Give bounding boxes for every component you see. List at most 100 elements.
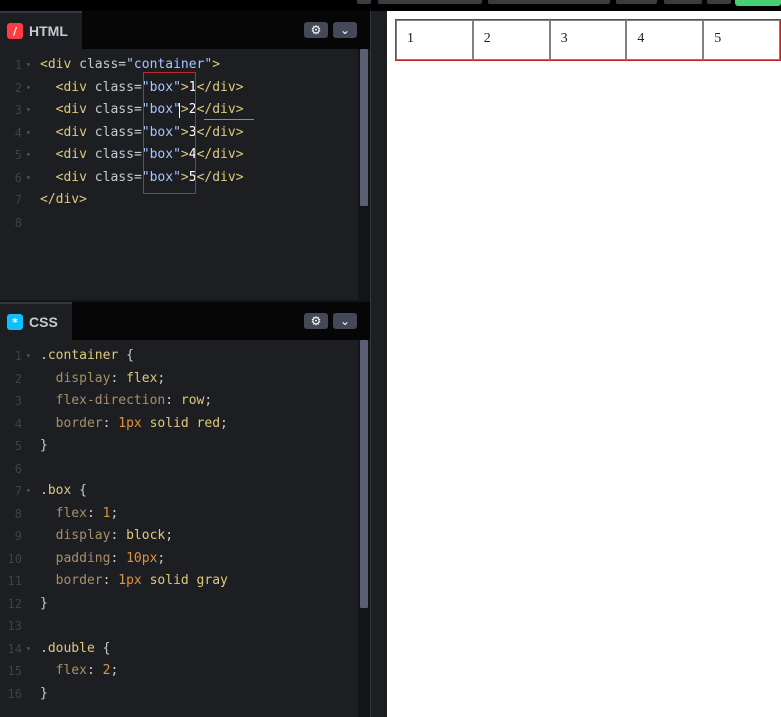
code-token: .container	[40, 348, 127, 363]
code-token: ;	[157, 550, 166, 566]
code-line[interactable]: 10 padding: 10px;	[0, 548, 358, 570]
save-button[interactable]	[735, 0, 781, 6]
css-editor-panel: * CSS ⚙ ⌄ 1 ▾ .container {2 display: flex;…	[0, 302, 370, 717]
chevron-down-icon: ⌄	[339, 23, 351, 37]
code-token: ;	[157, 370, 166, 386]
code-token: solid gray	[141, 573, 228, 588]
code-token: :	[86, 505, 103, 521]
code-token: {	[126, 348, 134, 363]
code-line[interactable]: 6	[0, 458, 358, 480]
fold-toggle-icon[interactable]: ▾	[26, 638, 31, 660]
code-token: </div>	[196, 124, 244, 140]
code-line[interactable]: 2 display: flex;	[0, 368, 358, 390]
match-underline	[204, 119, 254, 120]
line-number: 6	[14, 461, 22, 476]
html-scrollbar[interactable]	[358, 49, 370, 300]
code-token: ;	[165, 528, 174, 543]
code-line[interactable]: 4 border: 1px solid red;	[0, 413, 358, 435]
code-token: flex-direction	[40, 393, 166, 408]
fold-toggle-icon[interactable]: ▾	[26, 345, 31, 367]
css-panel-header: * CSS ⚙ ⌄	[0, 302, 370, 340]
fold-toggle-icon[interactable]: ▾	[26, 99, 31, 121]
code-token: ;	[204, 393, 213, 408]
code-token: ;	[110, 663, 119, 678]
html-scrollbar-thumb[interactable]	[360, 49, 368, 206]
code-token: :	[110, 370, 127, 386]
code-line[interactable]: 8 flex: 1;	[0, 503, 358, 525]
code-text: border: 1px solid red;	[40, 413, 228, 435]
css-collapse-button[interactable]: ⌄	[333, 313, 357, 329]
code-line[interactable]: 11 border: 1px solid gray	[0, 570, 358, 592]
code-token: }	[40, 685, 48, 701]
chevron-down-icon: ⌄	[339, 314, 351, 328]
line-number: 5	[14, 439, 22, 453]
code-line[interactable]: 3 flex-direction: row;	[0, 390, 358, 412]
code-token: {	[79, 483, 87, 498]
html-collapse-button[interactable]: ⌄	[333, 22, 357, 38]
code-line[interactable]: 7 ▾ .box {	[0, 480, 358, 502]
code-line[interactable]: 8	[0, 212, 358, 234]
css-code-editor[interactable]: 1 ▾ .container {2 display: flex; 3 flex-dir…	[0, 340, 358, 717]
code-token: border	[40, 415, 103, 431]
fold-toggle-icon[interactable]: ▾	[26, 144, 31, 166]
fold-toggle-icon[interactable]: ▾	[26, 480, 31, 502]
code-token: </div>	[196, 79, 244, 95]
line-number: 13	[7, 619, 22, 633]
code-line[interactable]: 16}	[0, 683, 358, 705]
code-token: .box	[40, 483, 80, 498]
toolbar-button[interactable]	[378, 0, 482, 4]
toolbar-button[interactable]	[707, 0, 731, 4]
preview-flex-container: 1 2 3 4 5	[395, 19, 781, 61]
code-line[interactable]: 14 ▾ .double {	[0, 638, 358, 660]
code-token: display	[40, 528, 111, 543]
css-scrollbar[interactable]	[358, 340, 370, 717]
panel-resize-handle[interactable]	[370, 11, 387, 717]
html-settings-button[interactable]: ⚙	[304, 22, 328, 38]
toolbar-button[interactable]	[664, 0, 702, 4]
tab-css[interactable]: * CSS	[0, 302, 72, 340]
line-number: 6	[14, 170, 22, 185]
preview-box: 5	[703, 20, 780, 60]
line-number: 2	[14, 371, 22, 386]
line-number: 7	[14, 193, 22, 207]
code-line[interactable]: 12}	[0, 593, 358, 615]
code-token: =	[133, 124, 142, 140]
fold-toggle-icon[interactable]: ▾	[26, 54, 31, 76]
code-line[interactable]: 9 display: block;	[0, 525, 358, 547]
code-token: "container"	[126, 57, 213, 72]
preview-box: 4	[626, 20, 704, 60]
code-token: <div	[40, 169, 95, 185]
toolbar-button[interactable]	[488, 0, 610, 4]
code-token: :	[110, 528, 127, 543]
css-settings-button[interactable]: ⚙	[304, 313, 328, 329]
code-text: }	[40, 683, 48, 705]
line-number: 5	[14, 148, 22, 162]
code-token: class	[94, 79, 134, 95]
line-number: 2	[14, 80, 22, 95]
code-line[interactable]: 15 flex: 2;	[0, 660, 358, 682]
code-token: border	[40, 573, 103, 588]
toolbar-button[interactable]	[616, 0, 657, 4]
code-line[interactable]: 5}	[0, 435, 358, 457]
code-text: display: block;	[40, 525, 173, 547]
gear-icon: ⚙	[310, 314, 322, 328]
html-editor-panel: / HTML ⚙ ⌄ 1 ▾ <div class="container"> 2 ▾ <…	[0, 11, 370, 300]
code-line[interactable]: 1 ▾ .container {	[0, 345, 358, 367]
code-token: flex	[126, 370, 158, 386]
line-number: 4	[14, 125, 22, 140]
tab-html[interactable]: / HTML	[0, 11, 82, 49]
code-token: :	[110, 550, 127, 566]
code-line[interactable]: 13	[0, 615, 358, 637]
code-token: </div>	[196, 169, 244, 185]
fold-toggle-icon[interactable]: ▾	[26, 122, 31, 144]
code-token: 1px	[118, 573, 142, 588]
code-token: :	[86, 663, 103, 678]
code-token: </div>	[40, 192, 87, 207]
line-number: 7	[14, 484, 22, 498]
fold-toggle-icon[interactable]: ▾	[26, 167, 31, 189]
fold-toggle-icon[interactable]: ▾	[26, 77, 31, 99]
css-scrollbar-thumb[interactable]	[360, 340, 368, 608]
code-token: block	[126, 528, 166, 543]
toolbar-button[interactable]	[357, 0, 371, 4]
css-tab-title: CSS	[29, 314, 58, 330]
